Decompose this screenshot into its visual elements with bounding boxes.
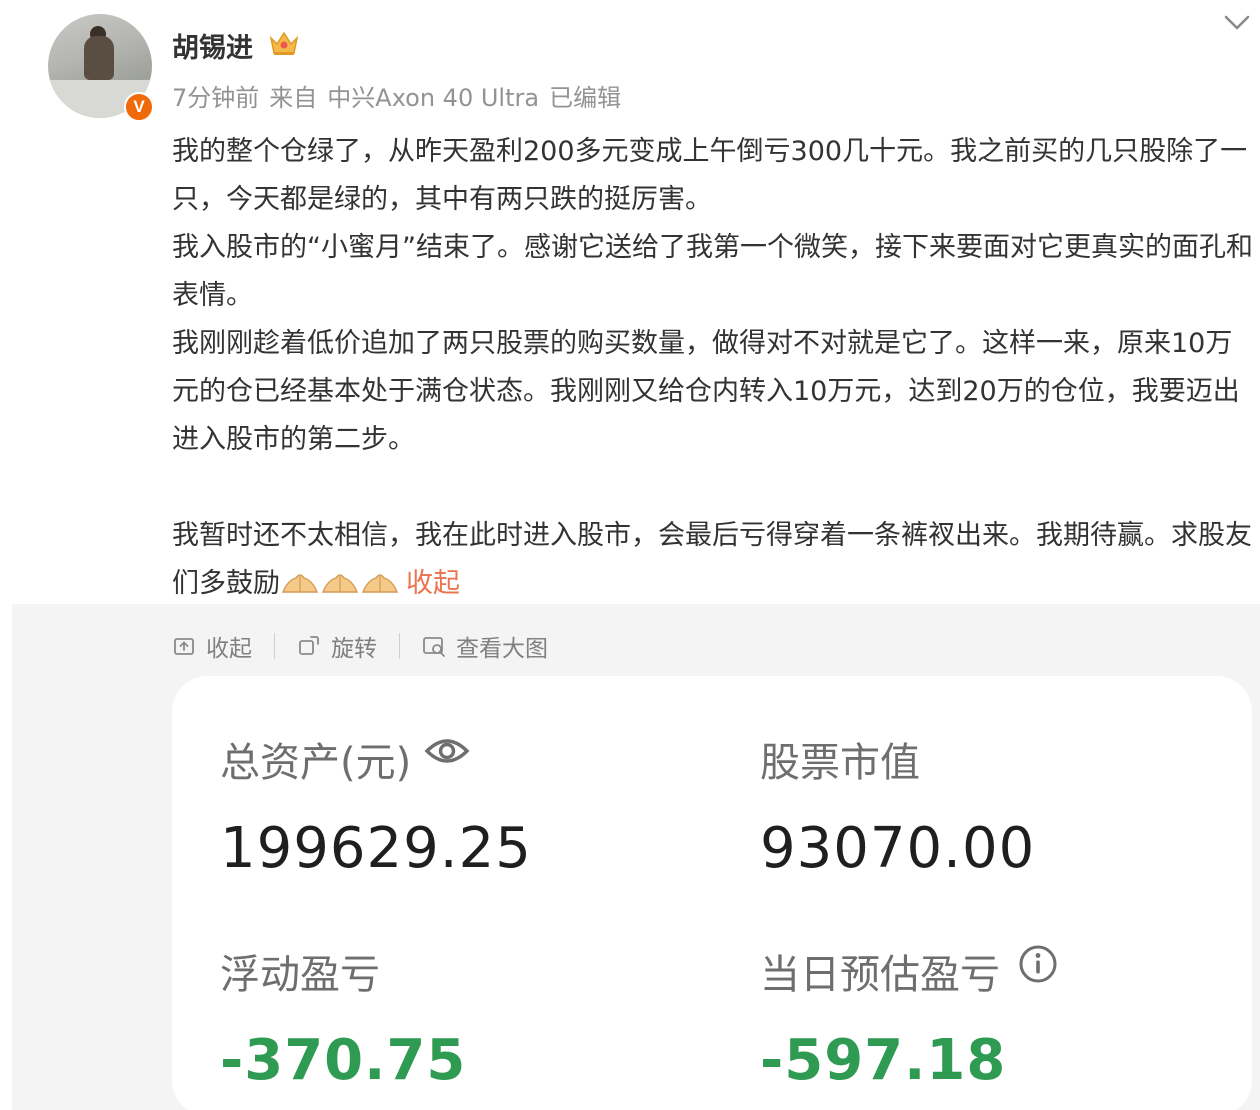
avatar[interactable]: V [48,14,154,122]
chevron-down-icon[interactable] [1222,12,1252,34]
collapse-image-button[interactable]: 收起 [172,629,252,663]
crown-icon[interactable] [268,28,300,58]
avatar-figure-body [84,36,114,80]
post-meta: 7分钟前 来自 中兴Axon 40 Ultra 已编辑 [172,78,631,113]
info-icon [1019,945,1057,983]
view-large-image-button[interactable]: 查看大图 [422,629,548,663]
post-paragraph: 我的整个仓绿了，从昨天盈利200多元变成上午倒亏300几十元。我之前买的几只股除… [172,136,1248,215]
post-time[interactable]: 7分钟前 [172,84,259,112]
rotate-image-label: 旋转 [331,636,377,662]
toolbar-divider [274,633,275,659]
post-source-prefix: 来自 [269,84,318,112]
account-summary-image[interactable]: 总资产(元) 199629.25 股票市值 93070.00 浮动盈亏 -370… [172,676,1252,1110]
praying-hands-icon [321,574,359,593]
eye-icon [424,739,470,763]
market-value-label: 股票市值 [760,740,920,786]
rotate-image-button[interactable]: 旋转 [297,629,377,663]
post-device: 中兴Axon 40 Ultra [327,84,540,112]
edited-label[interactable]: 已编辑 [549,84,621,112]
toolbar-divider [399,633,400,659]
view-large-icon [423,637,445,657]
verified-badge-icon: V [124,92,154,122]
post-body: 我的整个仓绿了，从昨天盈利200多元变成上午倒亏300几十元。我之前买的几只股除… [172,128,1257,608]
weibo-post: V 胡锡进 7分钟前 来自 中兴Axon 40 Ultra 已编辑 我的整个仓绿了，从… [0,0,1260,1110]
post-paragraph: 我入股市的“小蜜月”结束了。感谢它送给了我第一个微笑，接下来要面对它更真实的面孔… [172,232,1253,311]
collapse-icon [174,638,194,655]
floating-pl-label: 浮动盈亏 [220,952,380,998]
post-paragraph-last: 我暂时还不太相信，我在此时进入股市，会最后亏得穿着一条裤衩出来。我期待赢。求股友… [172,512,1257,608]
praying-hands-icon [361,574,399,593]
rotate-icon [299,636,319,655]
image-toolbar: 收起 旋转 查看大图 [172,626,548,666]
market-value-value: 93070.00 [760,816,1036,881]
collapse-image-label: 收起 [206,636,252,662]
floating-pl-value: -370.75 [220,1028,467,1093]
username[interactable]: 胡锡进 [172,26,253,65]
daily-pl-label: 当日预估盈亏 [760,952,1000,998]
total-assets-label: 总资产(元) [220,740,412,786]
daily-pl-value: -597.18 [760,1028,1007,1093]
view-large-image-label: 查看大图 [456,636,548,662]
praying-hands-icon [281,574,319,593]
collapse-text-link[interactable]: 收起 [406,568,460,599]
post-paragraph: 我刚刚趁着低价追加了两只股票的购买数量，做得对不对就是它了。这样一来，原来10万… [172,328,1240,455]
total-assets-value: 199629.25 [220,816,532,881]
